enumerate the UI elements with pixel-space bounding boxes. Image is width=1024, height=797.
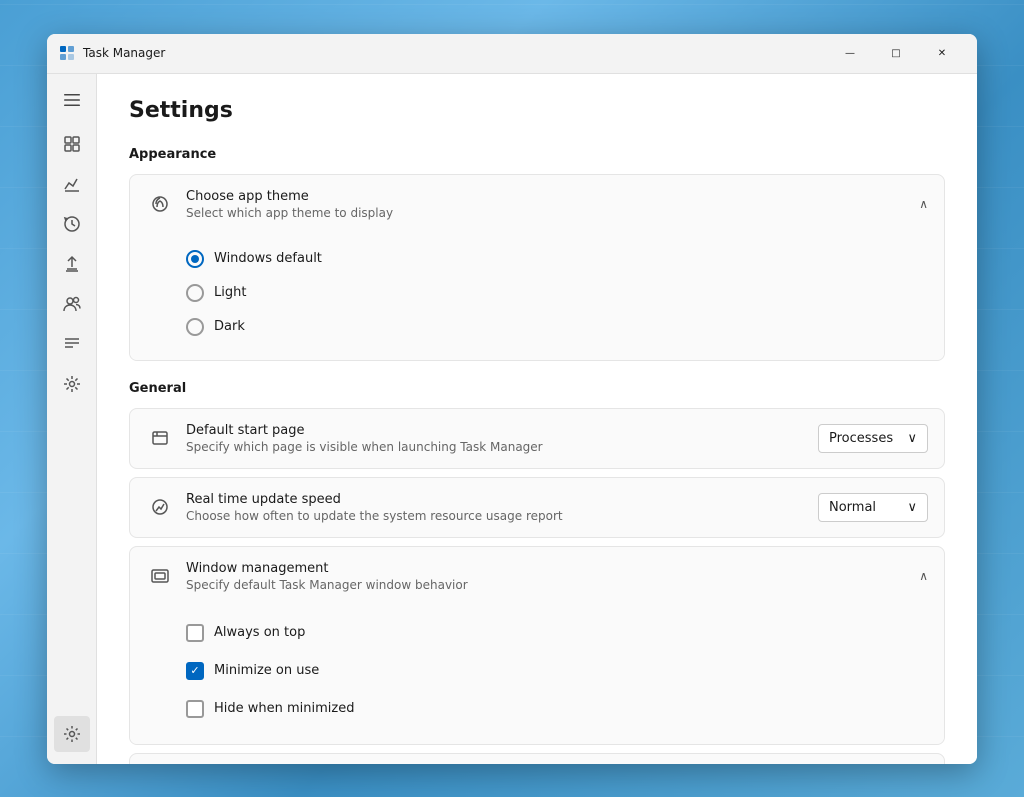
update-speed-subtitle: Choose how often to update the system re… (186, 509, 818, 523)
sidebar-item-services[interactable] (54, 366, 90, 402)
hide-when-minimized-option[interactable]: Hide when minimized (186, 690, 928, 728)
task-manager-window: Task Manager — □ ✕ (47, 34, 977, 764)
window-management-icon (146, 562, 174, 590)
theme-option-dark[interactable]: Dark (186, 310, 928, 344)
window-management-card-header[interactable]: Window management Specify default Task M… (130, 547, 944, 606)
appearance-section-header: Appearance (129, 147, 945, 162)
start-page-dropdown-chevron-icon: ∨ (907, 431, 917, 446)
hide-when-minimized-label: Hide when minimized (214, 701, 355, 716)
start-page-icon (146, 424, 174, 452)
titlebar: Task Manager — □ ✕ (47, 34, 977, 74)
general-section: General Default start page Specify which… (129, 381, 945, 764)
maximize-button[interactable]: □ (873, 38, 919, 68)
update-speed-text: Real time update speed Choose how often … (186, 492, 818, 523)
window-management-card: Window management Specify default Task M… (129, 546, 945, 745)
always-on-top-checkbox (186, 624, 204, 642)
minimize-button[interactable]: — (827, 38, 873, 68)
start-page-text: Default start page Specify which page is… (186, 423, 818, 454)
start-page-value: Processes (829, 431, 893, 446)
update-speed-card: Real time update speed Choose how often … (129, 477, 945, 538)
theme-icon (146, 190, 174, 218)
radio-light (186, 284, 204, 302)
settings-panel: Settings Appearance Choose app theme (97, 74, 977, 764)
sidebar-menu-button[interactable] (54, 82, 90, 118)
start-page-subtitle: Specify which page is visible when launc… (186, 440, 818, 454)
theme-card-body: Windows default Light Dark (130, 234, 944, 360)
close-button[interactable]: ✕ (919, 38, 965, 68)
theme-card-text: Choose app theme Select which app theme … (186, 189, 919, 220)
theme-subtitle: Select which app theme to display (186, 206, 919, 220)
page-title: Settings (129, 98, 945, 123)
other-options-card: Other options (129, 753, 945, 764)
app-icon (59, 45, 75, 61)
sidebar-item-details[interactable] (54, 326, 90, 362)
minimize-on-use-option[interactable]: Minimize on use (186, 652, 928, 690)
sidebar-item-startup[interactable] (54, 246, 90, 282)
minimize-on-use-checkbox (186, 662, 204, 680)
update-speed-dropdown[interactable]: Normal ∨ (818, 493, 928, 522)
update-speed-value: Normal (829, 500, 876, 515)
window-title: Task Manager (83, 46, 827, 60)
window-management-subtitle: Specify default Task Manager window beha… (186, 578, 919, 592)
theme-light-label: Light (214, 285, 246, 300)
sidebar-item-performance[interactable] (54, 166, 90, 202)
update-speed-title: Real time update speed (186, 492, 818, 507)
window-management-text: Window management Specify default Task M… (186, 561, 919, 592)
general-section-header: General (129, 381, 945, 396)
start-page-title: Default start page (186, 423, 818, 438)
theme-chevron-icon: ∧ (919, 197, 928, 211)
theme-dark-label: Dark (214, 319, 245, 334)
window-management-card-body: Always on top Minimize on use Hide when … (130, 606, 944, 744)
theme-option-windows-default[interactable]: Windows default (186, 242, 928, 276)
hide-when-minimized-checkbox (186, 700, 204, 718)
start-page-dropdown[interactable]: Processes ∨ (818, 424, 928, 453)
theme-title: Choose app theme (186, 189, 919, 204)
theme-windows-default-label: Windows default (214, 251, 322, 266)
radio-dark (186, 318, 204, 336)
window-management-chevron-icon: ∧ (919, 569, 928, 583)
theme-card-header[interactable]: Choose app theme Select which app theme … (130, 175, 944, 234)
minimize-on-use-label: Minimize on use (214, 663, 319, 678)
sidebar-item-users[interactable] (54, 286, 90, 322)
main-content: Settings Appearance Choose app theme (47, 74, 977, 764)
sidebar-item-settings[interactable] (54, 716, 90, 752)
sidebar-item-app-history[interactable] (54, 206, 90, 242)
theme-card: Choose app theme Select which app theme … (129, 174, 945, 361)
sidebar-item-processes[interactable] (54, 126, 90, 162)
update-speed-icon (146, 493, 174, 521)
always-on-top-option[interactable]: Always on top (186, 614, 928, 652)
update-speed-dropdown-chevron-icon: ∨ (907, 500, 917, 515)
always-on-top-label: Always on top (214, 625, 305, 640)
sidebar (47, 74, 97, 764)
window-controls: — □ ✕ (827, 38, 965, 68)
default-start-page-card: Default start page Specify which page is… (129, 408, 945, 469)
radio-windows-default (186, 250, 204, 268)
theme-option-light[interactable]: Light (186, 276, 928, 310)
window-management-title: Window management (186, 561, 919, 576)
